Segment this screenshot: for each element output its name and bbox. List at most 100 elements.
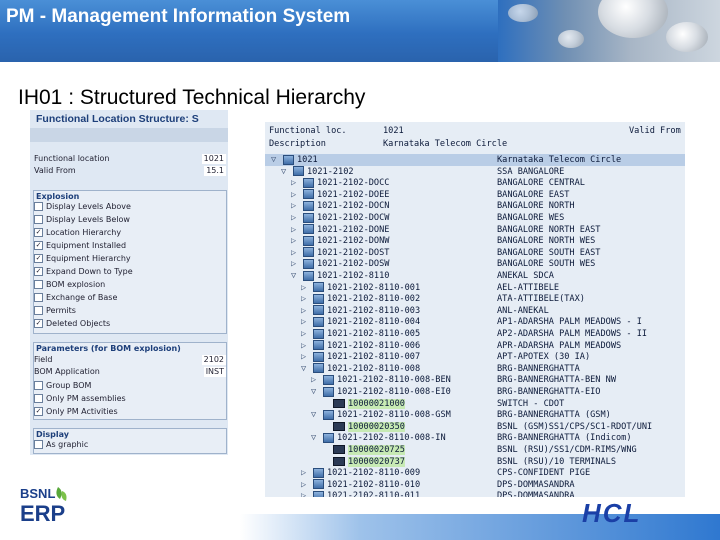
tree-node[interactable]: ▷ 1021-2102-DOCN BANGALORE NORTH	[265, 200, 685, 212]
tree-node[interactable]: ▷ 1021-2102-DOCC BANGALORE CENTRAL	[265, 177, 685, 189]
tree-node[interactable]: ▷ 1021-2102-8110-005 AP2-ADARSHA PALM MEAD…	[265, 328, 685, 340]
collapse-icon[interactable]: ▽	[281, 166, 289, 178]
checkbox-row[interactable]: Display Levels Above	[34, 202, 131, 212]
tree-node[interactable]: 10000021000 SWITCH - CDOT	[265, 398, 685, 410]
tree-node[interactable]: 10000020350 BSNL (GSM)SS1/CPS/SC1-RDOT/UN…	[265, 421, 685, 433]
tree-node[interactable]: ▽ 1021-2102-8110-008-EI0 BRG-BANNERGHATTA-…	[265, 386, 685, 398]
tree-node[interactable]: ▷ 1021-2102-DOSW BANGALORE SOUTH WES	[265, 258, 685, 270]
collapse-icon[interactable]: ▽	[311, 432, 319, 444]
tree-node[interactable]: 10000020725 BSNL (RSU)/SS1/CDM-RIMS/WNG	[265, 444, 685, 456]
checkbox[interactable]	[34, 306, 43, 315]
checkbox[interactable]: ✓	[34, 228, 43, 237]
expand-icon[interactable]: ▷	[291, 258, 299, 270]
node-id: 1021-2102-8110-008-GSM	[323, 409, 451, 421]
field-label: Field	[34, 355, 53, 364]
collapse-icon[interactable]: ▽	[311, 386, 319, 398]
expand-icon[interactable]: ▷	[301, 467, 309, 479]
checkbox-row[interactable]: Permits	[34, 306, 76, 316]
checkbox[interactable]: ✓	[34, 254, 43, 263]
tree-node[interactable]: ▽ 1021 Karnataka Telecom Circle	[265, 154, 685, 166]
expand-icon[interactable]: ▷	[301, 340, 309, 352]
expand-icon[interactable]: ▷	[311, 374, 319, 386]
checkbox[interactable]	[34, 280, 43, 289]
expand-icon[interactable]: ▷	[301, 328, 309, 340]
tree-node[interactable]: ▷ 1021-2102-DOEE BANGALORE EAST	[265, 189, 685, 201]
node-id: 1021-2102-DOST	[303, 247, 389, 259]
expand-icon[interactable]: ▷	[291, 200, 299, 212]
tree-node[interactable]: 10000020737 BSNL (RSU)/10 TERMINALS	[265, 456, 685, 468]
node-description: BANGALORE SOUTH EAST	[497, 247, 601, 258]
expand-icon[interactable]: ▷	[291, 212, 299, 224]
expand-icon[interactable]: ▷	[291, 177, 299, 189]
tree-node[interactable]: ▷ 1021-2102-8110-007 APT-APOTEX (30 IA)	[265, 351, 685, 363]
node-id: 10000020350	[333, 421, 405, 433]
tree-node[interactable]: ▷ 1021-2102-DONE BANGALORE NORTH EAST	[265, 224, 685, 236]
bom-field-input[interactable]: 2102	[201, 355, 226, 365]
expand-icon[interactable]: ▷	[291, 224, 299, 236]
expand-icon[interactable]: ▷	[291, 189, 299, 201]
tree-node[interactable]: ▷ 1021-2102-8110-004 AP1-ADARSHA PALM MEAD…	[265, 316, 685, 328]
checkbox-row[interactable]: Only PM assemblies	[34, 394, 126, 404]
tree-node[interactable]: ▷ 1021-2102-8110-008-BEN BRG-BANNERGHATTA-…	[265, 374, 685, 386]
checkbox-label: BOM explosion	[46, 280, 106, 289]
tree-node[interactable]: ▷ 1021-2102-8110-010 DPS-DOMMASANDRA	[265, 479, 685, 491]
tree-node[interactable]: ▽ 1021-2102-8110-008 BRG-BANNERGHATTA	[265, 363, 685, 375]
checkbox[interactable]: ✓	[34, 267, 43, 276]
checkbox-row[interactable]: Group BOM	[34, 381, 91, 391]
tree-node[interactable]: ▽ 1021-2102-8110-008-GSM BRG-BANNERGHATTA …	[265, 409, 685, 421]
header-label: Valid From	[629, 126, 681, 136]
checkbox-row[interactable]: As graphic	[34, 440, 88, 450]
checkbox-row[interactable]: BOM explosion	[34, 280, 105, 290]
checkbox[interactable]: ✓	[34, 407, 43, 416]
tree-node[interactable]: ▷ 1021-2102-DOST BANGALORE SOUTH EAST	[265, 247, 685, 259]
checkbox-row[interactable]: Exchange of Base	[34, 293, 117, 303]
expand-icon[interactable]: ▷	[291, 247, 299, 259]
expand-icon[interactable]: ▷	[301, 282, 309, 294]
expand-icon[interactable]: ▷	[301, 316, 309, 328]
checkbox-row[interactable]: ✓ Only PM Activities	[34, 407, 118, 417]
checkbox[interactable]	[34, 440, 43, 449]
functional-location-input[interactable]: 1021	[201, 154, 226, 164]
checkbox-row[interactable]: ✓ Deleted Objects	[34, 319, 110, 329]
tree-node[interactable]: ▷ 1021-2102-DONW BANGALORE NORTH WES	[265, 235, 685, 247]
checkbox[interactable]: ✓	[34, 241, 43, 250]
expand-icon[interactable]: ▷	[301, 351, 309, 363]
expand-icon[interactable]: ▷	[301, 490, 309, 497]
checkbox[interactable]	[34, 293, 43, 302]
expand-icon[interactable]: ▷	[291, 235, 299, 247]
expand-icon[interactable]: ▷	[301, 479, 309, 491]
tree-node[interactable]: ▷ 1021-2102-8110-006 APR-ADARSHA PALM MEAD…	[265, 340, 685, 352]
bom-application-input[interactable]: INST	[203, 367, 226, 377]
expand-icon[interactable]: ▷	[301, 305, 309, 317]
collapse-icon[interactable]: ▽	[301, 363, 309, 375]
tree-node[interactable]: ▷ 1021-2102-8110-003 ANL-ANEKAL	[265, 305, 685, 317]
tree-node[interactable]: ▷ 1021-2102-8110-009 CPS-CONFIDENT PIGE	[265, 467, 685, 479]
checkbox-row[interactable]: ✓ Expand Down to Type	[34, 267, 133, 277]
checkbox[interactable]	[34, 202, 43, 211]
node-id: 1021-2102-8110-006	[313, 340, 420, 352]
node-id: 1021-2102-8110-008-BEN	[323, 374, 451, 386]
tree-node[interactable]: ▷ 1021-2102-8110-011 DPS-DOMMASANDRA	[265, 490, 685, 497]
collapse-icon[interactable]: ▽	[311, 409, 319, 421]
valid-from-input[interactable]: 15.1	[204, 166, 226, 176]
tree-node[interactable]: ▷ 1021-2102-8110-002 ATA-ATTIBELE(TAX)	[265, 293, 685, 305]
checkbox[interactable]	[34, 394, 43, 403]
node-id: 1021-2102-DOEE	[303, 189, 389, 201]
checkbox-row[interactable]: ✓ Equipment Installed	[34, 241, 126, 251]
checkbox-row[interactable]: ✓ Location Hierarchy	[34, 228, 121, 238]
checkbox[interactable]	[34, 381, 43, 390]
tree-node[interactable]: ▽ 1021-2102-8110-008-IN BRG-BANNERGHATTA (…	[265, 432, 685, 444]
collapse-icon[interactable]: ▽	[291, 270, 299, 282]
checkbox-row[interactable]: Display Levels Below	[34, 215, 130, 225]
collapse-icon[interactable]: ▽	[271, 154, 279, 166]
expand-icon[interactable]: ▷	[301, 293, 309, 305]
tree-node[interactable]: ▷ 1021-2102-8110-001 AEL-ATTIBELE	[265, 282, 685, 294]
functional-location-icon	[323, 386, 334, 397]
checkbox-row[interactable]: ✓ Equipment Hierarchy	[34, 254, 131, 264]
checkbox[interactable]: ✓	[34, 319, 43, 328]
checkbox[interactable]	[34, 215, 43, 224]
tree-node[interactable]: ▽ 1021-2102 SSA BANGALORE	[265, 166, 685, 178]
node-description: BANGALORE CENTRAL	[497, 178, 585, 189]
tree-node[interactable]: ▽ 1021-2102-8110 ANEKAL SDCA	[265, 270, 685, 282]
tree-node[interactable]: ▷ 1021-2102-DOCW BANGALORE WES	[265, 212, 685, 224]
